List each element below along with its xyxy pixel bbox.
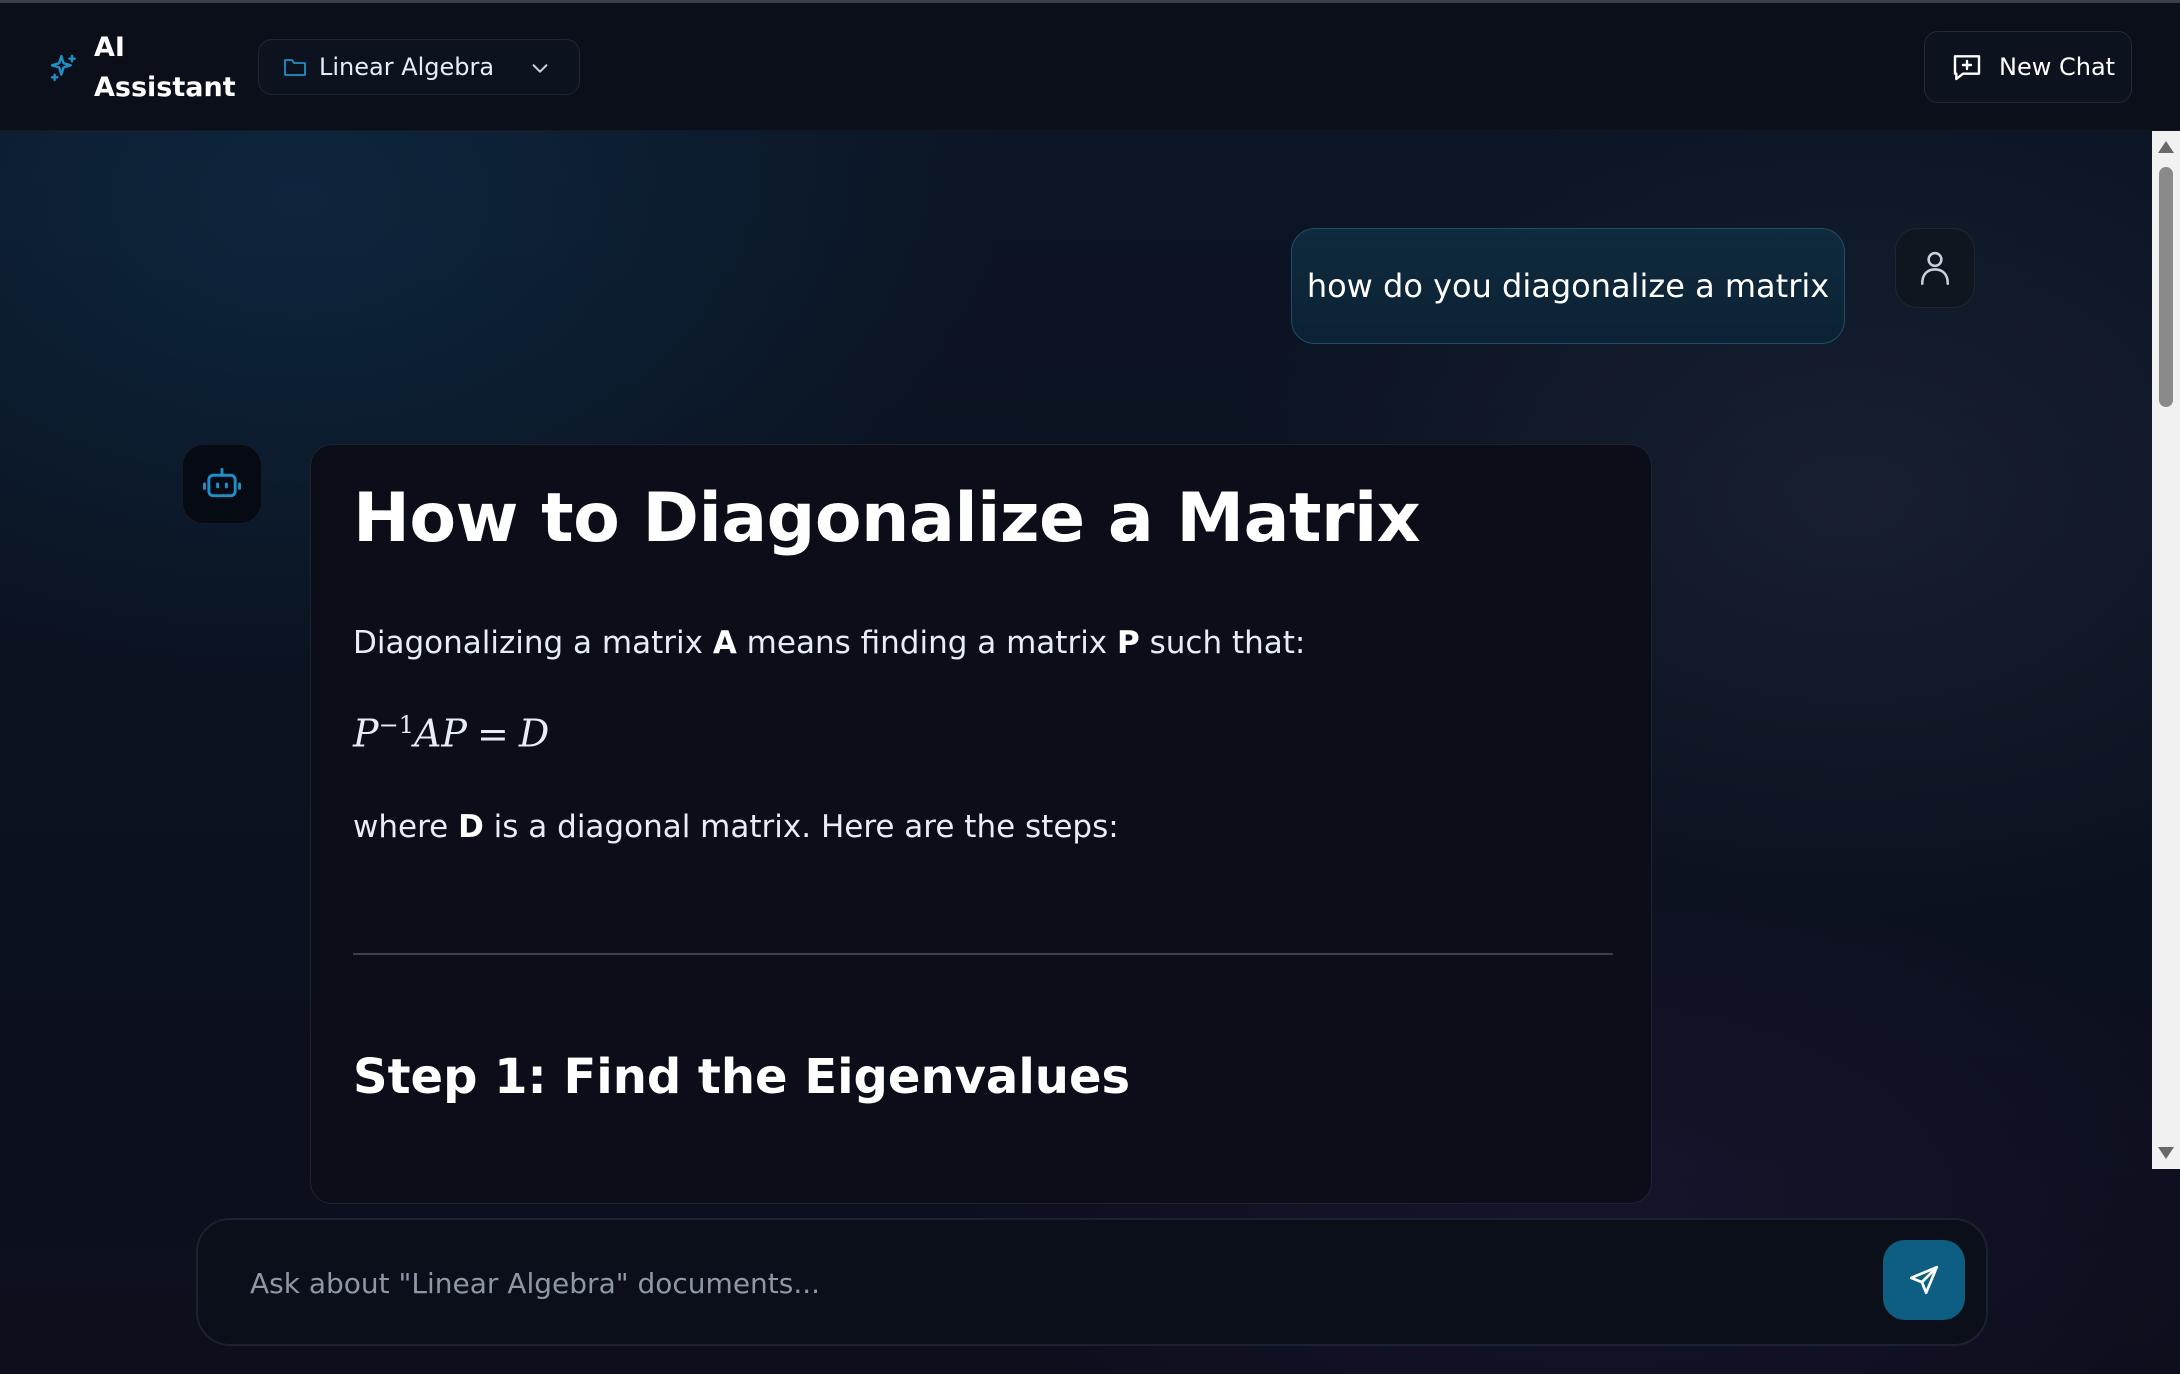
diagonalization-formula: P−1AP = D — [353, 711, 549, 756]
collection-label: Linear Algebra — [319, 53, 495, 81]
answer-title: How to Diagonalize a Matrix — [353, 479, 1421, 558]
top-bar: AI Assistant Linear Algebra New Chat — [0, 3, 2180, 131]
text-span: is a diagonal matrix. Here are the steps… — [483, 809, 1119, 845]
send-icon — [1909, 1265, 1939, 1295]
formula-d: D — [518, 711, 550, 756]
assistant-avatar — [182, 444, 262, 524]
new-chat-button[interactable]: New Chat — [1924, 31, 2132, 103]
bot-icon — [203, 467, 241, 498]
brand: AI Assistant — [48, 25, 244, 111]
message-plus-icon — [1953, 55, 1981, 81]
collection-selector[interactable]: Linear Algebra — [258, 39, 580, 95]
send-button[interactable] — [1883, 1240, 1965, 1320]
chevron-down-icon — [532, 64, 548, 73]
scroll-up-arrow[interactable] — [2158, 141, 2174, 153]
step-1-heading: Step 1: Find the Eigenvalues — [353, 1049, 1131, 1105]
user-avatar — [1895, 228, 1975, 308]
bold-matrix-p: P — [1117, 625, 1140, 661]
new-chat-label: New Chat — [1999, 53, 2116, 81]
user-message-bubble: how do you diagonalize a matrix — [1291, 228, 1845, 344]
app-root: AI Assistant Linear Algebra New Chat how… — [0, 0, 2180, 1374]
sparkles-icon — [50, 54, 76, 82]
text-span: where — [353, 809, 459, 845]
answer-steps-intro: where D is a diagonal matrix. Here are t… — [353, 809, 1119, 845]
formula-equals: = — [476, 711, 509, 756]
assistant-message: How to Diagonalize a Matrix Diagonalizin… — [310, 444, 1652, 1204]
text-span: Diagonalizing a matrix — [353, 625, 713, 661]
scrollbar[interactable] — [2152, 131, 2180, 1169]
text-span: means finding a matrix — [736, 625, 1118, 661]
bold-matrix-a: A — [712, 625, 737, 661]
text-span: such that: — [1139, 625, 1306, 661]
scroll-down-arrow[interactable] — [2158, 1147, 2174, 1159]
formula-p: P — [353, 711, 379, 756]
brand-line-1: AI — [94, 32, 125, 63]
divider — [353, 953, 1613, 955]
bold-matrix-d: D — [458, 809, 484, 845]
folder-icon — [284, 59, 306, 76]
scroll-thumb[interactable] — [2159, 167, 2173, 407]
user-message-text: how do you diagonalize a matrix — [1306, 267, 1830, 305]
answer-intro: Diagonalizing a matrix A means finding a… — [353, 625, 1305, 661]
formula-inverse: −1 — [378, 711, 414, 739]
chat-input-bar — [196, 1218, 1988, 1346]
brand-name: AI Assistant — [94, 28, 244, 108]
brand-line-2: Assistant — [94, 72, 236, 103]
formula-ap: AP — [413, 711, 467, 756]
user-icon — [1920, 251, 1950, 285]
chat-input[interactable] — [248, 1250, 1852, 1316]
